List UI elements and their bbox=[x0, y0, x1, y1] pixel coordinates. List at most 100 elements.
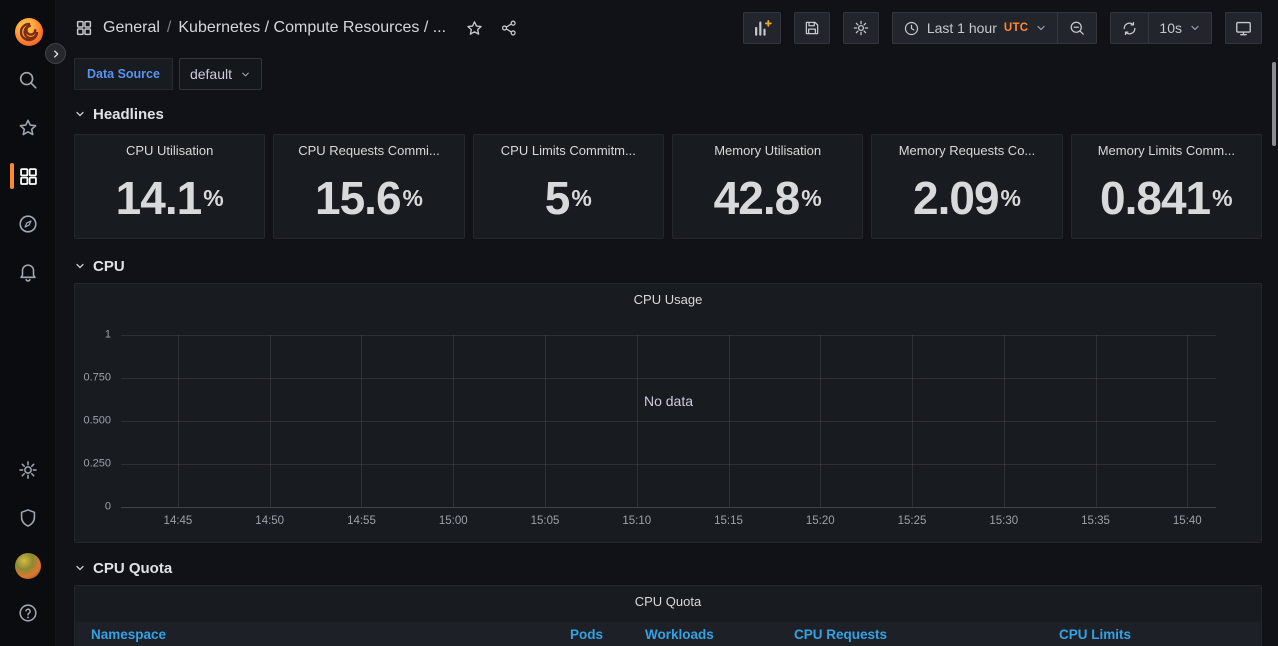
cycle-view-button[interactable] bbox=[1225, 12, 1262, 44]
v-gridline bbox=[269, 335, 271, 507]
x-axis-tick: 15:20 bbox=[805, 515, 835, 527]
share-dashboard-button[interactable] bbox=[500, 19, 518, 37]
row-title: Headlines bbox=[93, 105, 164, 123]
share-icon bbox=[501, 20, 516, 36]
page-scrollbar[interactable] bbox=[1272, 62, 1276, 146]
v-gridline bbox=[544, 335, 546, 507]
x-axis-tick: 14:45 bbox=[163, 515, 193, 527]
sidebar-item-alerting[interactable] bbox=[0, 252, 56, 292]
shield-icon bbox=[20, 509, 36, 527]
breadcrumb-separator: / bbox=[166, 19, 172, 36]
row-title: CPU bbox=[93, 257, 125, 275]
star-icon bbox=[467, 20, 482, 35]
refresh-icon bbox=[1123, 21, 1136, 35]
stat-unit: % bbox=[801, 184, 822, 211]
apps-grid-icon bbox=[19, 167, 37, 185]
bell-icon bbox=[20, 264, 36, 282]
gear-icon bbox=[19, 461, 37, 479]
sidebar-item-profile[interactable] bbox=[0, 546, 56, 586]
stat-panel: CPU Requests Commi... 15.6 % bbox=[273, 134, 465, 239]
sidebar-expand-button[interactable] bbox=[45, 43, 66, 64]
time-range-label: Last 1 hour bbox=[926, 20, 997, 36]
x-axis-tick: 15:30 bbox=[989, 515, 1019, 527]
dashboard-settings-button[interactable] bbox=[842, 12, 879, 44]
grafana-logo[interactable] bbox=[15, 18, 43, 46]
row-cpu-quota[interactable]: CPU Quota bbox=[74, 554, 1262, 582]
add-panel-icon bbox=[754, 20, 772, 36]
h-gridline bbox=[121, 378, 1216, 379]
sidebar-item-help[interactable] bbox=[0, 593, 56, 633]
sidebar-item-explore[interactable] bbox=[0, 204, 56, 244]
sidebar-item-dashboards[interactable] bbox=[0, 156, 56, 196]
panel-title: CPU Quota bbox=[634, 594, 702, 609]
h-gridline bbox=[121, 421, 1216, 422]
v-gridline bbox=[1003, 335, 1005, 507]
refresh-interval-picker[interactable]: 10s bbox=[1148, 13, 1211, 43]
x-axis-tick: 14:55 bbox=[347, 515, 376, 527]
breadcrumb-folder[interactable]: General bbox=[103, 19, 160, 37]
table-column-header[interactable]: Namespace bbox=[91, 622, 166, 646]
stat-unit: % bbox=[571, 184, 592, 211]
sidebar-item-server-admin[interactable] bbox=[0, 498, 56, 538]
sidebar-item-starred[interactable] bbox=[0, 108, 56, 148]
stat-panel-title: CPU Requests Commi... bbox=[298, 143, 440, 158]
sidebar bbox=[0, 0, 56, 646]
row-cpu[interactable]: CPU bbox=[74, 252, 1262, 280]
table-column-header[interactable]: CPU Requests bbox=[794, 622, 887, 646]
cpu-quota-panel: CPU Quota Namespace Pods Workloads CPU Requ… bbox=[74, 585, 1262, 646]
row-title: CPU Quota bbox=[93, 559, 173, 577]
stat-panel: Memory Utilisation 42.8 % bbox=[671, 134, 864, 239]
h-gridline bbox=[121, 335, 1216, 336]
dashboards-grid-icon bbox=[75, 19, 93, 37]
datasource-variable-select[interactable]: default bbox=[178, 58, 262, 90]
stat-panel-title: CPU Limits Commitm... bbox=[500, 143, 636, 158]
chevron-down-icon bbox=[242, 72, 249, 76]
grafana-swirl-icon bbox=[19, 22, 39, 42]
chevron-down-icon bbox=[1037, 25, 1046, 31]
panel-title: CPU Usage bbox=[633, 292, 703, 307]
dashboard-content: Headlines CPU Utilisation 14.1 % CPU Req… bbox=[74, 100, 1262, 646]
star-icon bbox=[19, 119, 37, 136]
toolbar: Last 1 hour UTC 10s bbox=[742, 12, 1262, 44]
stat-panel: Memory Requests Co... 2.09 % bbox=[871, 134, 1063, 239]
time-range-picker[interactable]: Last 1 hour UTC bbox=[893, 13, 1058, 43]
v-gridline bbox=[361, 335, 363, 507]
table-column-header[interactable]: Pods bbox=[570, 622, 603, 646]
breadcrumb: General / Kubernetes / Compute Resources… bbox=[103, 19, 446, 37]
stat-panel: Memory Limits Comm... 0.841 % bbox=[1070, 134, 1262, 239]
monitor-icon bbox=[1236, 21, 1251, 35]
stat-value: 0.841 bbox=[1100, 172, 1211, 224]
stat-panel: CPU Limits Commitm... 5 % bbox=[472, 134, 664, 239]
cpu-usage-panel: CPU Usage No data 1 0.750 0.500 0.250 0 14:45… bbox=[74, 283, 1262, 543]
x-axis-tick: 15:35 bbox=[1081, 515, 1110, 527]
sidebar-item-configuration[interactable] bbox=[0, 450, 56, 490]
save-dashboard-button[interactable] bbox=[793, 12, 830, 44]
time-controls: Last 1 hour UTC bbox=[891, 12, 1098, 44]
stat-unit: % bbox=[1212, 184, 1233, 211]
star-dashboard-button[interactable] bbox=[465, 19, 484, 38]
table-column-header[interactable]: CPU Limits bbox=[1059, 622, 1131, 646]
stat-value-wrap: 42.8 % bbox=[673, 158, 862, 238]
user-avatar bbox=[15, 553, 41, 579]
add-panel-button[interactable] bbox=[742, 12, 781, 44]
row-headlines[interactable]: Headlines bbox=[74, 100, 1262, 128]
y-axis-tick: 0.250 bbox=[83, 457, 111, 470]
chevron-down-icon bbox=[76, 263, 84, 269]
v-gridline bbox=[1095, 335, 1097, 507]
clock-icon bbox=[904, 21, 918, 35]
refresh-button[interactable] bbox=[1111, 13, 1148, 43]
v-gridline bbox=[636, 335, 638, 507]
stat-panel-title: CPU Utilisation bbox=[125, 143, 214, 158]
v-gridline bbox=[912, 335, 914, 507]
sidebar-item-search[interactable] bbox=[0, 60, 56, 100]
stat-value-wrap: 5 % bbox=[474, 158, 663, 238]
headline-panels: CPU Utilisation 14.1 % CPU Requests Comm… bbox=[74, 134, 1262, 239]
zoom-out-time-button[interactable] bbox=[1057, 13, 1096, 43]
stat-unit: % bbox=[203, 184, 224, 211]
x-axis-tick: 15:25 bbox=[897, 515, 927, 527]
table-column-header[interactable]: Workloads bbox=[645, 622, 714, 646]
x-axis-tick: 15:00 bbox=[438, 515, 468, 527]
stat-panel-title: Memory Limits Comm... bbox=[1097, 143, 1235, 158]
y-axis-tick: 0.500 bbox=[83, 414, 111, 427]
navbar: General / Kubernetes / Compute Resources… bbox=[57, 0, 1278, 56]
